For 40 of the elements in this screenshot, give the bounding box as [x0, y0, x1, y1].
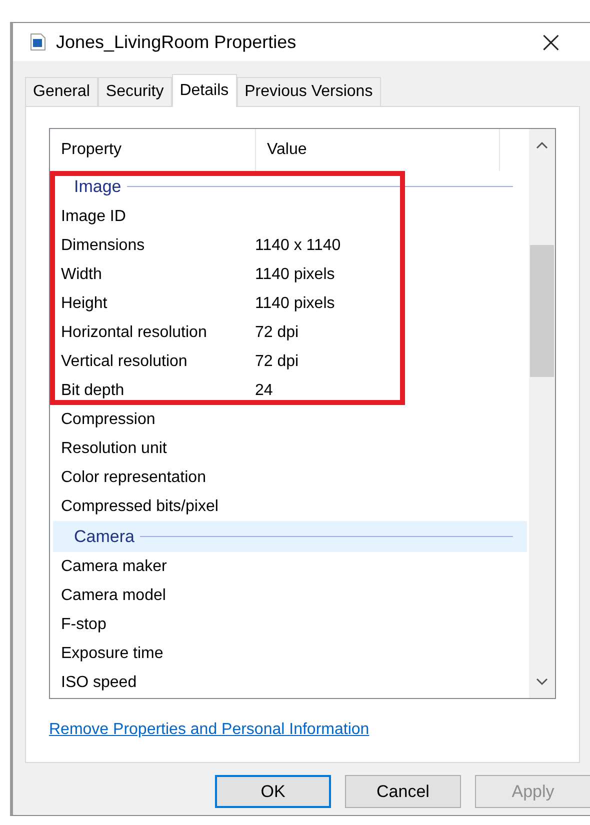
scrollbar[interactable]: [529, 129, 555, 698]
property-value: 1140 pixels: [255, 294, 335, 312]
property-name: Exposure time: [60, 644, 164, 662]
scroll-down-icon[interactable]: [536, 678, 548, 686]
property-name: Vertical resolution: [60, 352, 188, 370]
group-row[interactable]: Camera: [53, 521, 527, 552]
image-file-icon: [30, 33, 46, 51]
property-name: Camera maker: [60, 558, 168, 576]
property-name: Resolution unit: [60, 440, 168, 458]
property-name: ISO speed: [60, 674, 138, 692]
scroll-up-icon[interactable]: [536, 141, 548, 149]
property-name: Compression: [60, 410, 156, 428]
property-value: 1140 x 1140: [255, 236, 341, 254]
tab[interactable]: General: [25, 77, 98, 106]
scroll-thumb[interactable]: [530, 245, 554, 377]
column-header[interactable]: Property: [50, 129, 256, 171]
column-header[interactable]: Value: [256, 129, 500, 171]
dialog-button[interactable]: OK: [215, 775, 331, 808]
window-title: Jones_LivingRoom Properties: [56, 32, 298, 52]
property-name: Color representation: [60, 468, 207, 486]
property-name: Horizontal resolution: [60, 324, 208, 342]
property-value: 1140 pixels: [255, 266, 335, 284]
property-value: 72 dpi: [255, 352, 299, 370]
property-name: Width: [60, 266, 103, 284]
group-row[interactable]: Image: [53, 171, 527, 202]
tab[interactable]: Security: [98, 77, 172, 106]
property-name: Image ID: [60, 208, 127, 226]
tab[interactable]: Previous Versions: [236, 77, 381, 106]
tab[interactable]: Details: [172, 74, 237, 107]
close-button[interactable]: ×: [530, 23, 590, 61]
property-name: F-stop: [60, 616, 108, 634]
dialog-button[interactable]: Cancel: [345, 775, 461, 808]
remove-properties-link[interactable]: Remove Properties and Personal Information: [49, 721, 370, 739]
property-name: Camera model: [60, 586, 167, 604]
property-value: 72 dpi: [255, 324, 299, 342]
property-name: Compressed bits/pixel: [60, 498, 220, 516]
property-name: Dimensions: [60, 236, 146, 254]
property-name: Bit depth: [60, 382, 126, 400]
property-value: 24: [255, 382, 273, 400]
property-name: Height: [60, 294, 108, 312]
